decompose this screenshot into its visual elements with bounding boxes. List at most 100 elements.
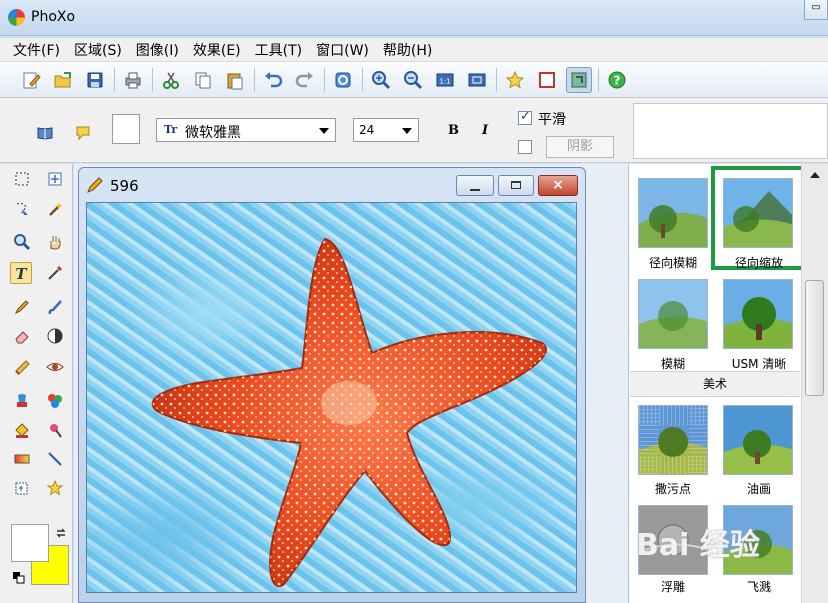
- swap-colors-icon[interactable]: [55, 527, 67, 539]
- effect-label-speckle: 撒污点: [654, 482, 691, 496]
- pencil-icon[interactable]: [11, 296, 33, 318]
- effect-label-splash: 飞溅: [746, 580, 771, 594]
- starfish-image: [151, 237, 547, 588]
- menu-region[interactable]: 区域(S): [67, 38, 129, 62]
- clone-stamp-icon[interactable]: [11, 390, 33, 412]
- toolbar-separator: [114, 67, 115, 92]
- reset-colors-icon[interactable]: [13, 572, 25, 584]
- chevron-down-icon: [402, 128, 412, 134]
- zoom-in-icon[interactable]: [368, 67, 394, 93]
- effect-thumb-oil-paint[interactable]: [723, 405, 793, 475]
- menu-window[interactable]: 窗口(W): [309, 38, 376, 62]
- speech-bubble-icon[interactable]: [74, 124, 92, 142]
- effect-thumb-blur[interactable]: [638, 279, 708, 349]
- eraser-icon[interactable]: [11, 325, 33, 347]
- book-icon[interactable]: [36, 124, 54, 142]
- effect-label-emboss: 浮雕: [660, 580, 685, 594]
- save-icon[interactable]: [82, 67, 108, 93]
- effects-section-art[interactable]: 美术: [630, 371, 800, 397]
- truetype-icon: Tr: [164, 123, 178, 136]
- pin-icon[interactable]: [44, 419, 66, 441]
- menu-file[interactable]: 文件(F): [6, 38, 67, 62]
- refresh-icon[interactable]: [330, 67, 356, 93]
- redo-icon[interactable]: [292, 67, 318, 93]
- shape-star-icon[interactable]: [44, 477, 66, 499]
- text-color-box[interactable]: [112, 114, 140, 144]
- magic-wand-icon[interactable]: [44, 198, 66, 220]
- fill-bucket-icon[interactable]: [11, 419, 33, 441]
- svg-text:1:1: 1:1: [439, 77, 450, 85]
- toolbar-separator: [496, 67, 497, 92]
- rect-select-icon[interactable]: [11, 168, 33, 190]
- font-size-select[interactable]: 24: [353, 118, 419, 142]
- window-minimize-button[interactable]: ▭: [804, 0, 828, 20]
- menu-bar: 文件(F) 区域(S) 图像(I) 效果(E) 工具(T) 窗口(W) 帮助(H…: [0, 38, 828, 62]
- effect-thumb-speckle[interactable]: [638, 405, 708, 475]
- font-family-value: 微软雅黑: [185, 125, 241, 141]
- text-preview-area: [633, 103, 828, 159]
- image-canvas[interactable]: [86, 202, 577, 593]
- main-toolbar: 1:1 ?: [0, 62, 828, 98]
- toolbar-separator: [254, 67, 255, 92]
- shadow-button[interactable]: 阴影: [546, 136, 614, 158]
- effect-thumb-usm-sharpen[interactable]: [723, 279, 793, 349]
- font-family-select[interactable]: Tr 微软雅黑: [156, 118, 336, 142]
- star-icon[interactable]: [502, 67, 528, 93]
- copy-icon[interactable]: [190, 67, 216, 93]
- image-minimize-button[interactable]: [456, 175, 494, 196]
- help-icon[interactable]: ?: [604, 67, 630, 93]
- menu-effects[interactable]: 效果(E): [186, 38, 248, 62]
- paste-icon[interactable]: [222, 67, 248, 93]
- gradient-icon[interactable]: [11, 448, 33, 470]
- effect-label-radial-blur: 径向模糊: [648, 256, 697, 270]
- menu-help[interactable]: 帮助(H): [376, 38, 439, 62]
- move-selection-icon[interactable]: [44, 168, 66, 190]
- chevron-down-icon: [319, 128, 329, 134]
- lasso-icon[interactable]: [11, 198, 33, 220]
- effect-label-radial-zoom: 径向缩放: [734, 256, 783, 270]
- color-balls-icon[interactable]: [44, 390, 66, 412]
- line-icon[interactable]: [44, 448, 66, 470]
- undo-icon[interactable]: [260, 67, 286, 93]
- svg-text:?: ?: [614, 73, 621, 87]
- pencil-icon: [87, 177, 103, 193]
- bold-button[interactable]: B: [448, 123, 459, 138]
- new-icon[interactable]: [18, 67, 44, 93]
- smooth-checkbox[interactable]: [518, 109, 532, 125]
- title-bar: [0, 0, 828, 36]
- menu-image[interactable]: 图像(I): [129, 38, 186, 62]
- layer-icon[interactable]: [566, 66, 592, 93]
- text-tool-icon[interactable]: T: [10, 262, 32, 284]
- italic-button[interactable]: I: [482, 123, 488, 138]
- red-eye-icon[interactable]: [44, 356, 66, 378]
- open-icon[interactable]: [50, 67, 76, 93]
- eyedropper-icon[interactable]: [44, 262, 66, 284]
- zoom-tool-icon[interactable]: [11, 231, 33, 253]
- toolbar-separator: [324, 67, 325, 92]
- transform-icon[interactable]: [11, 477, 33, 499]
- effect-label-oil-paint: 油画: [746, 482, 771, 496]
- scrollbar-thumb[interactable]: [805, 280, 824, 396]
- actual-size-icon[interactable]: 1:1: [432, 67, 458, 93]
- brush-icon[interactable]: [44, 296, 66, 318]
- smudge-icon[interactable]: [11, 356, 33, 378]
- shadow-checkbox[interactable]: [518, 140, 532, 154]
- app-title: PhoXo: [31, 9, 76, 25]
- image-close-button[interactable]: ×: [538, 175, 578, 196]
- canvas-icon[interactable]: [534, 67, 560, 93]
- foreground-color-swatch[interactable]: [11, 524, 49, 562]
- hand-icon[interactable]: [44, 231, 66, 253]
- effect-thumb-radial-blur[interactable]: [638, 178, 708, 248]
- effect-label-blur: 模糊: [660, 357, 685, 371]
- menu-tools[interactable]: 工具(T): [248, 38, 309, 62]
- contrast-icon[interactable]: [44, 325, 66, 347]
- scroll-up-icon[interactable]: [810, 172, 820, 178]
- effect-label-usm-sharpen: USM 清晰: [731, 357, 787, 371]
- fit-window-icon[interactable]: [464, 67, 490, 93]
- cut-icon[interactable]: [158, 67, 184, 93]
- watermark: Bai 经验: [636, 528, 760, 563]
- image-maximize-button[interactable]: [498, 175, 534, 196]
- zoom-out-icon[interactable]: [400, 67, 426, 93]
- print-icon[interactable]: [120, 67, 146, 93]
- smooth-label: 平滑: [538, 112, 566, 128]
